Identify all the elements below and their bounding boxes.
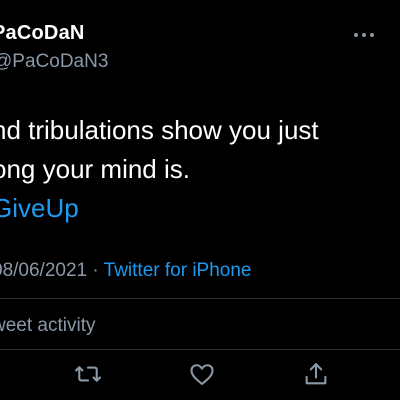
tweet-detail: PaCoDaN @PaCoDaN3 nd tribulations show y… <box>0 0 400 400</box>
more-horizontal-icon <box>352 30 376 40</box>
retweet-button[interactable] <box>74 360 102 388</box>
meta-separator: · <box>87 260 104 281</box>
tweet-meta: 08/06/2021 · Twitter for iPhone <box>0 260 251 282</box>
tweet-text-line-2: ong your mind is. <box>0 154 190 184</box>
share-button[interactable] <box>302 360 330 388</box>
like-button[interactable] <box>188 360 216 388</box>
heart-icon <box>188 360 216 388</box>
author-handle[interactable]: @PaCoDaN3 <box>0 51 108 73</box>
more-options-button[interactable] <box>352 30 376 40</box>
divider <box>0 349 400 350</box>
share-icon <box>302 360 330 388</box>
tweet-source-link[interactable]: Twitter for iPhone <box>104 260 252 281</box>
hashtag-link[interactable]: GiveUp <box>0 192 79 224</box>
tweet-date: 08/06/2021 <box>0 260 88 281</box>
tweet-activity-link[interactable]: weet activity <box>0 315 95 337</box>
author-display-name[interactable]: PaCoDaN <box>0 22 85 45</box>
retweet-icon <box>74 360 102 388</box>
divider <box>0 298 400 299</box>
tweet-text-line-1: nd tribulations show you just <box>0 115 319 145</box>
